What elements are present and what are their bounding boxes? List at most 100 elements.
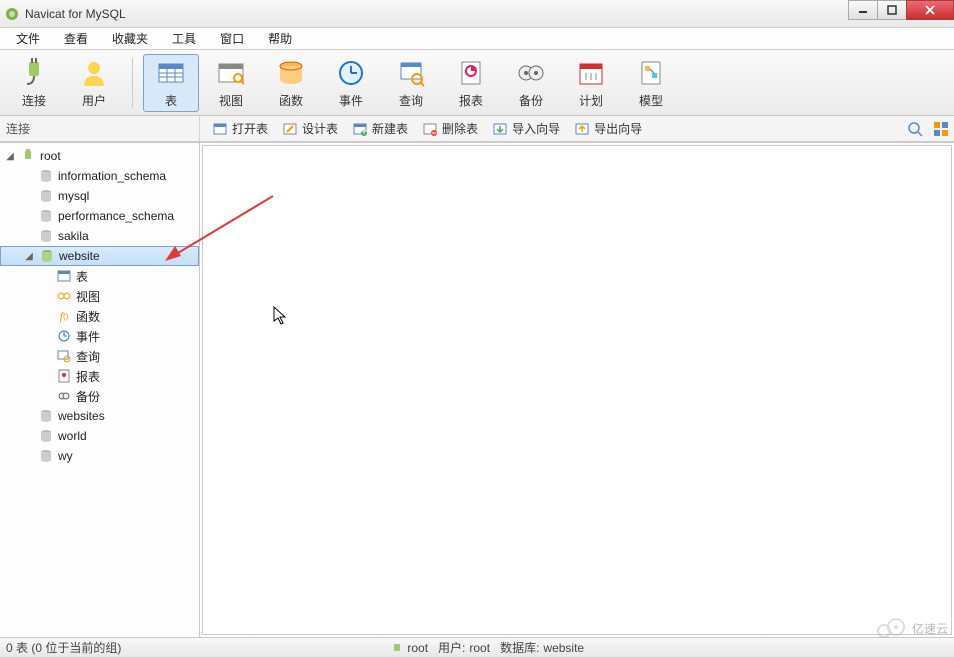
tool-table[interactable]: 表 [143, 54, 199, 112]
content-panel [202, 145, 952, 635]
tree-db[interactable]: performance_schema [0, 206, 199, 226]
tool-schedule[interactable]: 计划 [563, 54, 619, 112]
menu-view[interactable]: 查看 [52, 28, 100, 49]
plug-icon [18, 57, 50, 89]
queries-icon [56, 348, 72, 364]
tool-label: 事件 [339, 92, 363, 109]
tree-root[interactable]: ◢ root [0, 146, 199, 166]
table-icon [155, 57, 187, 89]
tree-label: 表 [76, 268, 88, 285]
menubar: 文件 查看 收藏夹 工具 窗口 帮助 [0, 28, 954, 50]
statusbar: 0 表 (0 位于当前的组) root 用户: root 数据库: websit… [0, 637, 954, 657]
titlebar: Navicat for MySQL [0, 0, 954, 28]
tree-label: world [58, 429, 87, 443]
query-icon [395, 57, 427, 89]
tree-tables[interactable]: 表 [0, 266, 199, 286]
minimize-button[interactable] [848, 0, 878, 20]
sub-label: 导出向导 [594, 120, 642, 137]
tree-functions[interactable]: f()函数 [0, 306, 199, 326]
tree-db[interactable]: wy [0, 446, 199, 466]
sub-design-table[interactable]: 设计表 [276, 118, 344, 139]
sub-export-wizard[interactable]: 导出向导 [568, 118, 648, 139]
maximize-button[interactable] [877, 0, 907, 20]
menu-tools[interactable]: 工具 [160, 28, 208, 49]
sub-open-table[interactable]: 打开表 [206, 118, 274, 139]
tool-label: 用户 [82, 92, 106, 109]
tool-model[interactable]: 模型 [623, 54, 679, 112]
main-toolbar: 连接 用户 表 视图 函数 事件 查询 报表 备份 计划 模型 [0, 50, 954, 116]
tree-backups[interactable]: 备份 [0, 386, 199, 406]
expander-icon[interactable]: ◢ [23, 250, 35, 262]
function-icon [275, 57, 307, 89]
tool-report[interactable]: 报表 [443, 54, 499, 112]
tool-event[interactable]: 事件 [323, 54, 379, 112]
tool-label: 表 [165, 92, 177, 109]
tool-function[interactable]: 函数 [263, 54, 319, 112]
tool-user[interactable]: 用户 [66, 54, 122, 112]
reports-icon [56, 368, 72, 384]
views-icon [56, 288, 72, 304]
tool-label: 连接 [22, 92, 46, 109]
connection-tree[interactable]: ◢ root information_schema mysql performa… [0, 143, 200, 637]
tree-db[interactable]: world [0, 426, 199, 446]
grid-view-icon[interactable] [932, 120, 950, 138]
tree-db[interactable]: sakila [0, 226, 199, 246]
tree-views[interactable]: 视图 [0, 286, 199, 306]
tool-connection[interactable]: 连接 [6, 54, 62, 112]
user-icon [78, 57, 110, 89]
tree-label: root [40, 149, 61, 163]
expander-icon[interactable]: ◢ [4, 150, 16, 162]
tool-view[interactable]: 视图 [203, 54, 259, 112]
status-left: 0 表 (0 位于当前的组) [6, 639, 121, 656]
sub-import-wizard[interactable]: 导入向导 [486, 118, 566, 139]
sub-toolbar: 打开表 设计表 +新建表 删除表 导入向导 导出向导 [200, 116, 954, 141]
close-button[interactable] [906, 0, 954, 20]
tree-label: information_schema [58, 169, 166, 183]
window-title: Navicat for MySQL [25, 7, 126, 21]
menu-window[interactable]: 窗口 [208, 28, 256, 49]
status-connection: root [391, 641, 428, 655]
tree-reports[interactable]: 报表 [0, 366, 199, 386]
database-open-icon [39, 248, 55, 264]
tool-query[interactable]: 查询 [383, 54, 439, 112]
tree-queries[interactable]: 查询 [0, 346, 199, 366]
tree-label: sakila [58, 229, 89, 243]
sub-toolbar-row: 连接 打开表 设计表 +新建表 删除表 导入向导 导出向导 [0, 116, 954, 142]
tool-label: 查询 [399, 92, 423, 109]
sub-label: 设计表 [302, 120, 338, 137]
tree-db[interactable]: mysql [0, 186, 199, 206]
search-icon[interactable] [906, 120, 924, 138]
menu-favorites[interactable]: 收藏夹 [100, 28, 160, 49]
database-icon [38, 428, 54, 444]
tree-events[interactable]: 事件 [0, 326, 199, 346]
sub-new-table[interactable]: +新建表 [346, 118, 414, 139]
watermark-text: 亿速云 [912, 620, 948, 637]
database-icon [38, 208, 54, 224]
database-icon [38, 228, 54, 244]
database-icon [38, 448, 54, 464]
tree-label: 视图 [76, 288, 100, 305]
separator [132, 58, 133, 108]
open-table-icon [212, 121, 228, 137]
tree-db[interactable]: websites [0, 406, 199, 426]
plug-small-icon [391, 642, 403, 654]
tree-db-website[interactable]: ◢ website [0, 246, 199, 266]
tool-label: 模型 [639, 92, 663, 109]
sub-delete-table[interactable]: 删除表 [416, 118, 484, 139]
tool-label: 报表 [459, 92, 483, 109]
tree-label: wy [58, 449, 73, 463]
tree-label: 报表 [76, 368, 100, 385]
database-icon [38, 168, 54, 184]
connection-icon [20, 148, 36, 164]
connection-panel-label: 连接 [0, 116, 200, 141]
app-icon [4, 6, 20, 22]
menu-file[interactable]: 文件 [4, 28, 52, 49]
menu-help[interactable]: 帮助 [256, 28, 304, 49]
sub-label: 导入向导 [512, 120, 560, 137]
tool-backup[interactable]: 备份 [503, 54, 559, 112]
tree-db[interactable]: information_schema [0, 166, 199, 186]
tree-label: 函数 [76, 308, 100, 325]
tree-label: website [59, 249, 100, 263]
clock-icon [335, 57, 367, 89]
tree-label: 备份 [76, 388, 100, 405]
